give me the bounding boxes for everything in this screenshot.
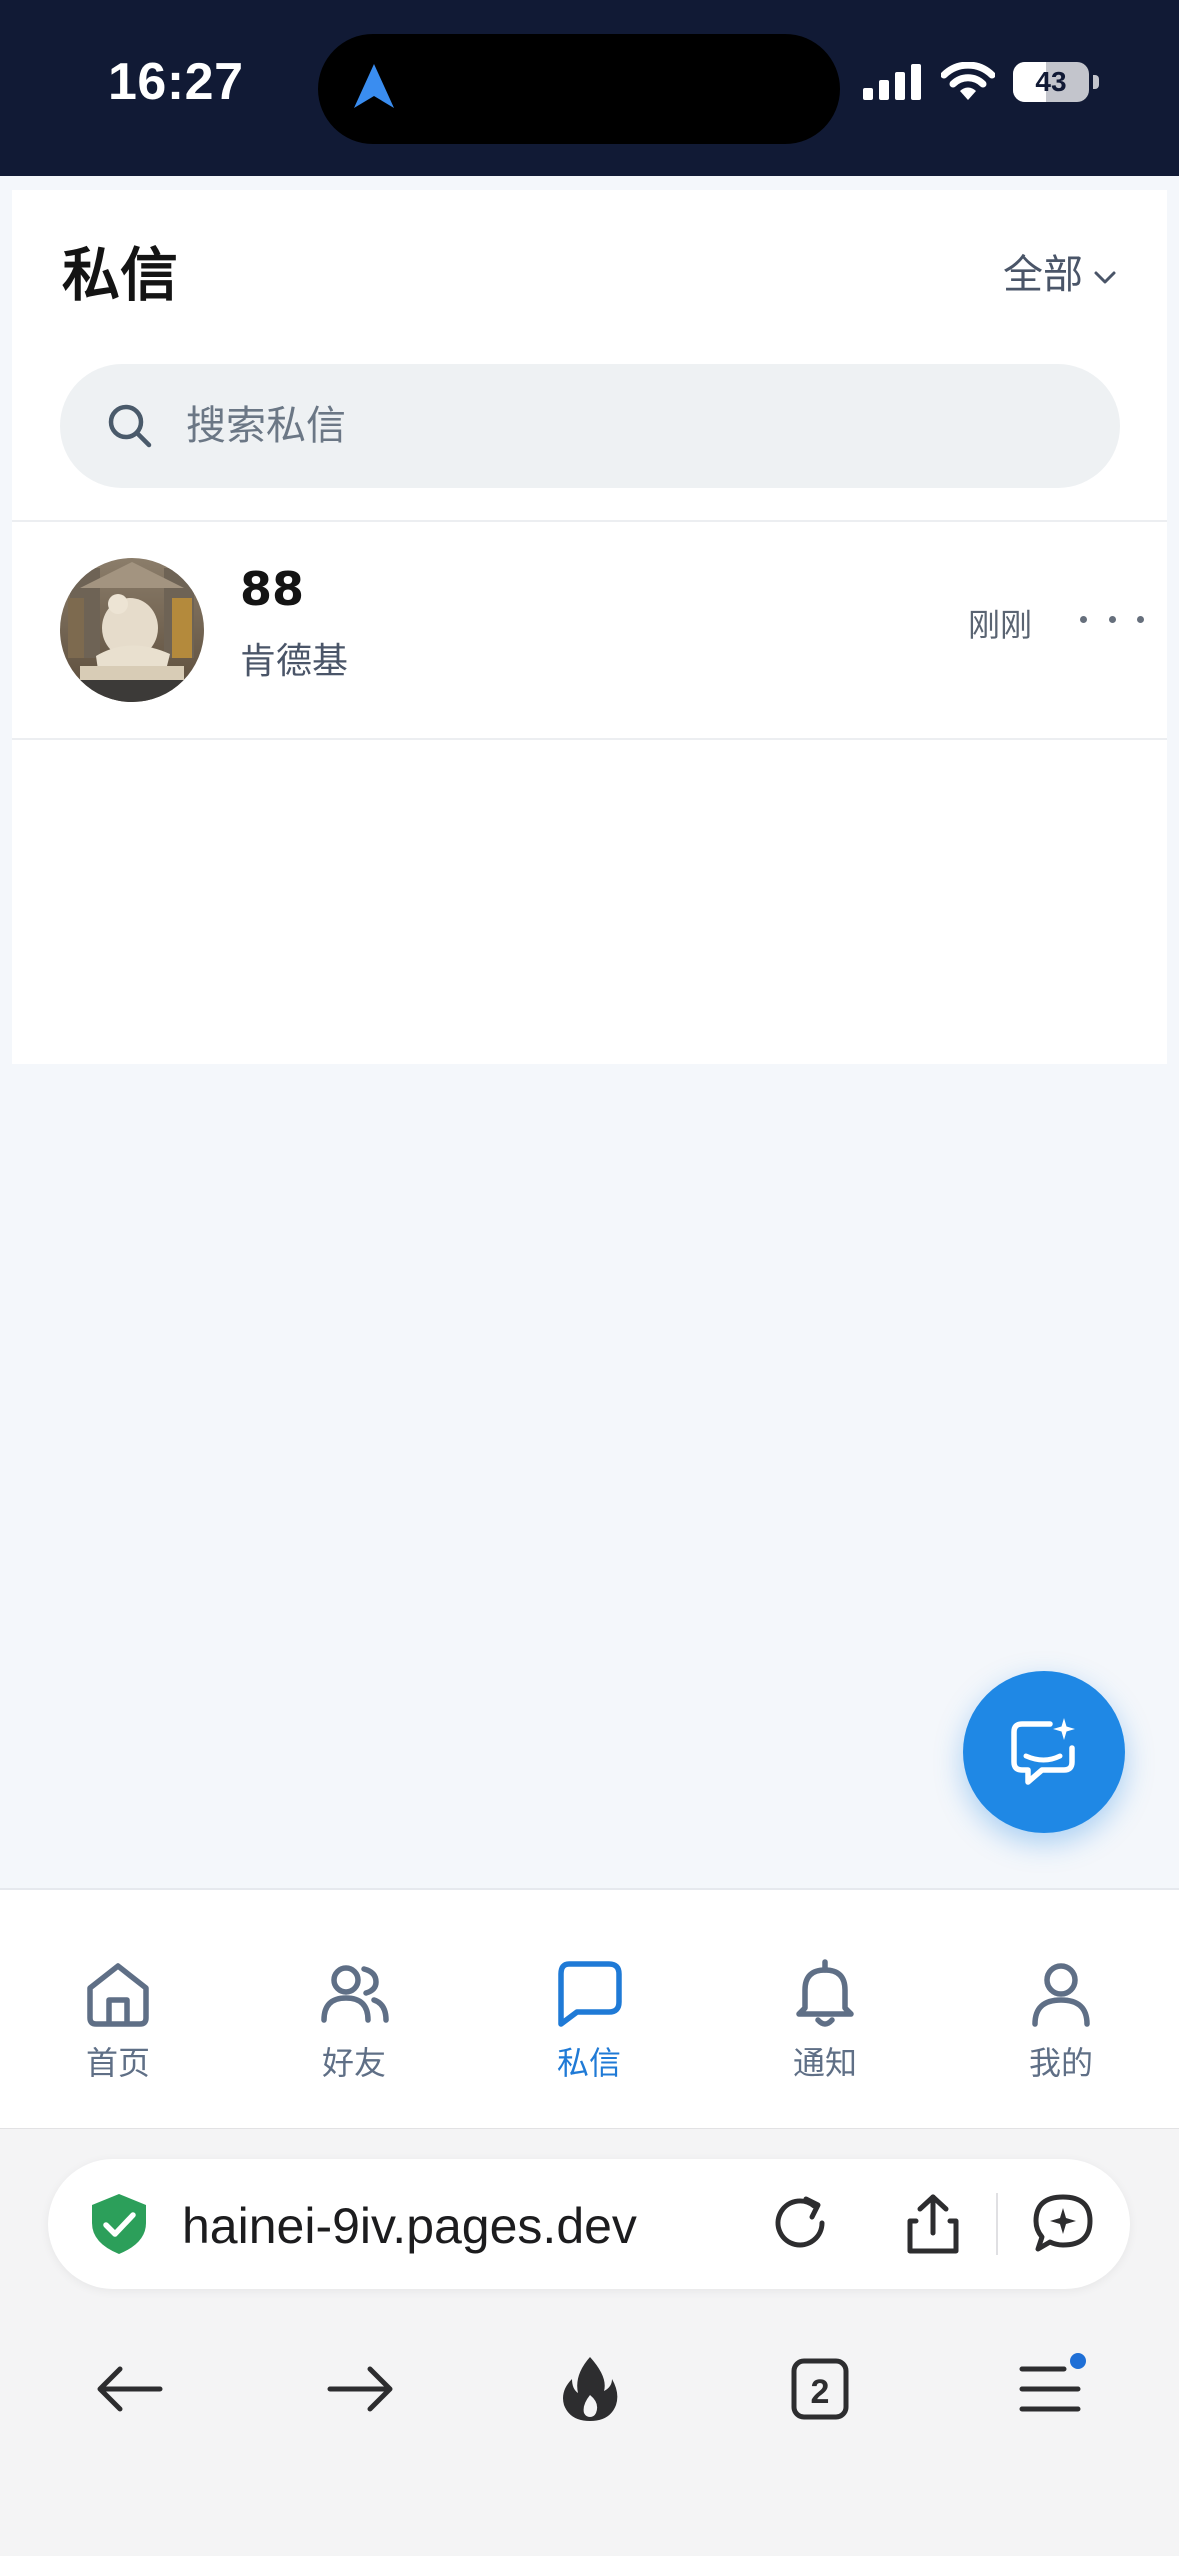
tab-label: 通知 <box>792 2044 857 2082</box>
battery-percentage: 43 <box>1035 66 1067 97</box>
page-title: 私信 <box>62 241 179 309</box>
reload-icon[interactable] <box>768 2191 834 2257</box>
location-arrow-icon <box>354 64 394 108</box>
friends-icon <box>321 1965 389 2023</box>
status-bar: 16:27 43 <box>0 0 1179 176</box>
divider <box>12 738 1167 740</box>
conversation-name: 88 <box>240 562 305 616</box>
tab-messages[interactable]: 私信 <box>471 1890 707 2126</box>
chevron-down-icon <box>1094 271 1116 284</box>
status-indicators: 43 <box>863 62 1099 102</box>
tab-count: 2 <box>811 2373 830 2411</box>
chat-icon <box>558 1961 622 2027</box>
tab-home[interactable]: 首页 <box>0 1890 236 2126</box>
messages-card: 私信 全部 搜索私信 88 肯德基 刚刚 <box>12 190 1167 1064</box>
user-icon <box>1032 1963 1090 2027</box>
status-time: 16:27 <box>108 53 244 111</box>
search-bar[interactable] <box>60 364 1120 488</box>
tabs-button[interactable]: 2 <box>780 2349 860 2429</box>
tab-label: 好友 <box>321 2044 386 2082</box>
bell-icon <box>796 1959 854 2027</box>
tab-profile[interactable]: 我的 <box>943 1890 1179 2126</box>
flame-icon[interactable] <box>550 2349 630 2429</box>
new-message-icon <box>1011 1718 1075 1785</box>
more-options-button[interactable] <box>1072 594 1152 644</box>
conversation-time: 刚刚 <box>968 606 1033 644</box>
notification-dot-icon <box>1070 2353 1086 2369</box>
wifi-icon <box>941 62 995 100</box>
battery-icon: 43 <box>1013 62 1089 102</box>
conversation-item[interactable]: 88 肯德基 刚刚 <box>12 522 1167 738</box>
browser-toolbar: hainei-9iv.pages.dev 2 <box>0 2128 1179 2556</box>
more-dot-icon <box>1080 615 1087 623</box>
statue-photo <box>60 558 204 702</box>
tab-friends[interactable]: 好友 <box>236 1890 472 2126</box>
ai-chat-icon[interactable] <box>1030 2191 1096 2257</box>
address-bar[interactable]: hainei-9iv.pages.dev <box>48 2159 1130 2289</box>
tab-notifications[interactable]: 通知 <box>707 1890 943 2126</box>
battery-nub <box>1093 75 1099 89</box>
secure-shield-icon[interactable] <box>86 2191 152 2257</box>
more-dot-icon <box>1137 615 1144 623</box>
tab-label: 私信 <box>556 2044 621 2082</box>
new-message-button[interactable] <box>963 1671 1125 1833</box>
filter-dropdown[interactable]: 全部 <box>1003 242 1117 300</box>
search-icon <box>108 404 152 448</box>
menu-icon[interactable] <box>1010 2349 1090 2429</box>
tab-label: 我的 <box>1028 2044 1093 2082</box>
forward-arrow-icon[interactable] <box>320 2349 400 2429</box>
search-input[interactable] <box>184 402 1064 450</box>
share-icon[interactable] <box>900 2191 966 2257</box>
conversation-preview: 肯德基 <box>240 641 349 682</box>
avatar[interactable] <box>60 558 204 702</box>
dynamic-island <box>318 34 840 144</box>
more-dot-icon <box>1108 615 1116 623</box>
tabs-icon: 2 <box>791 2358 849 2420</box>
home-icon <box>87 1963 149 2027</box>
cellular-signal-icon <box>863 64 921 100</box>
tab-label: 首页 <box>85 2044 150 2082</box>
toolbar-divider <box>996 2193 998 2255</box>
url-text[interactable]: hainei-9iv.pages.dev <box>182 2197 637 2255</box>
filter-label: 全部 <box>1003 252 1083 298</box>
back-arrow-icon[interactable] <box>90 2349 170 2429</box>
bottom-tab-bar: 首页 好友 私信 通知 我的 <box>0 1888 1179 2128</box>
